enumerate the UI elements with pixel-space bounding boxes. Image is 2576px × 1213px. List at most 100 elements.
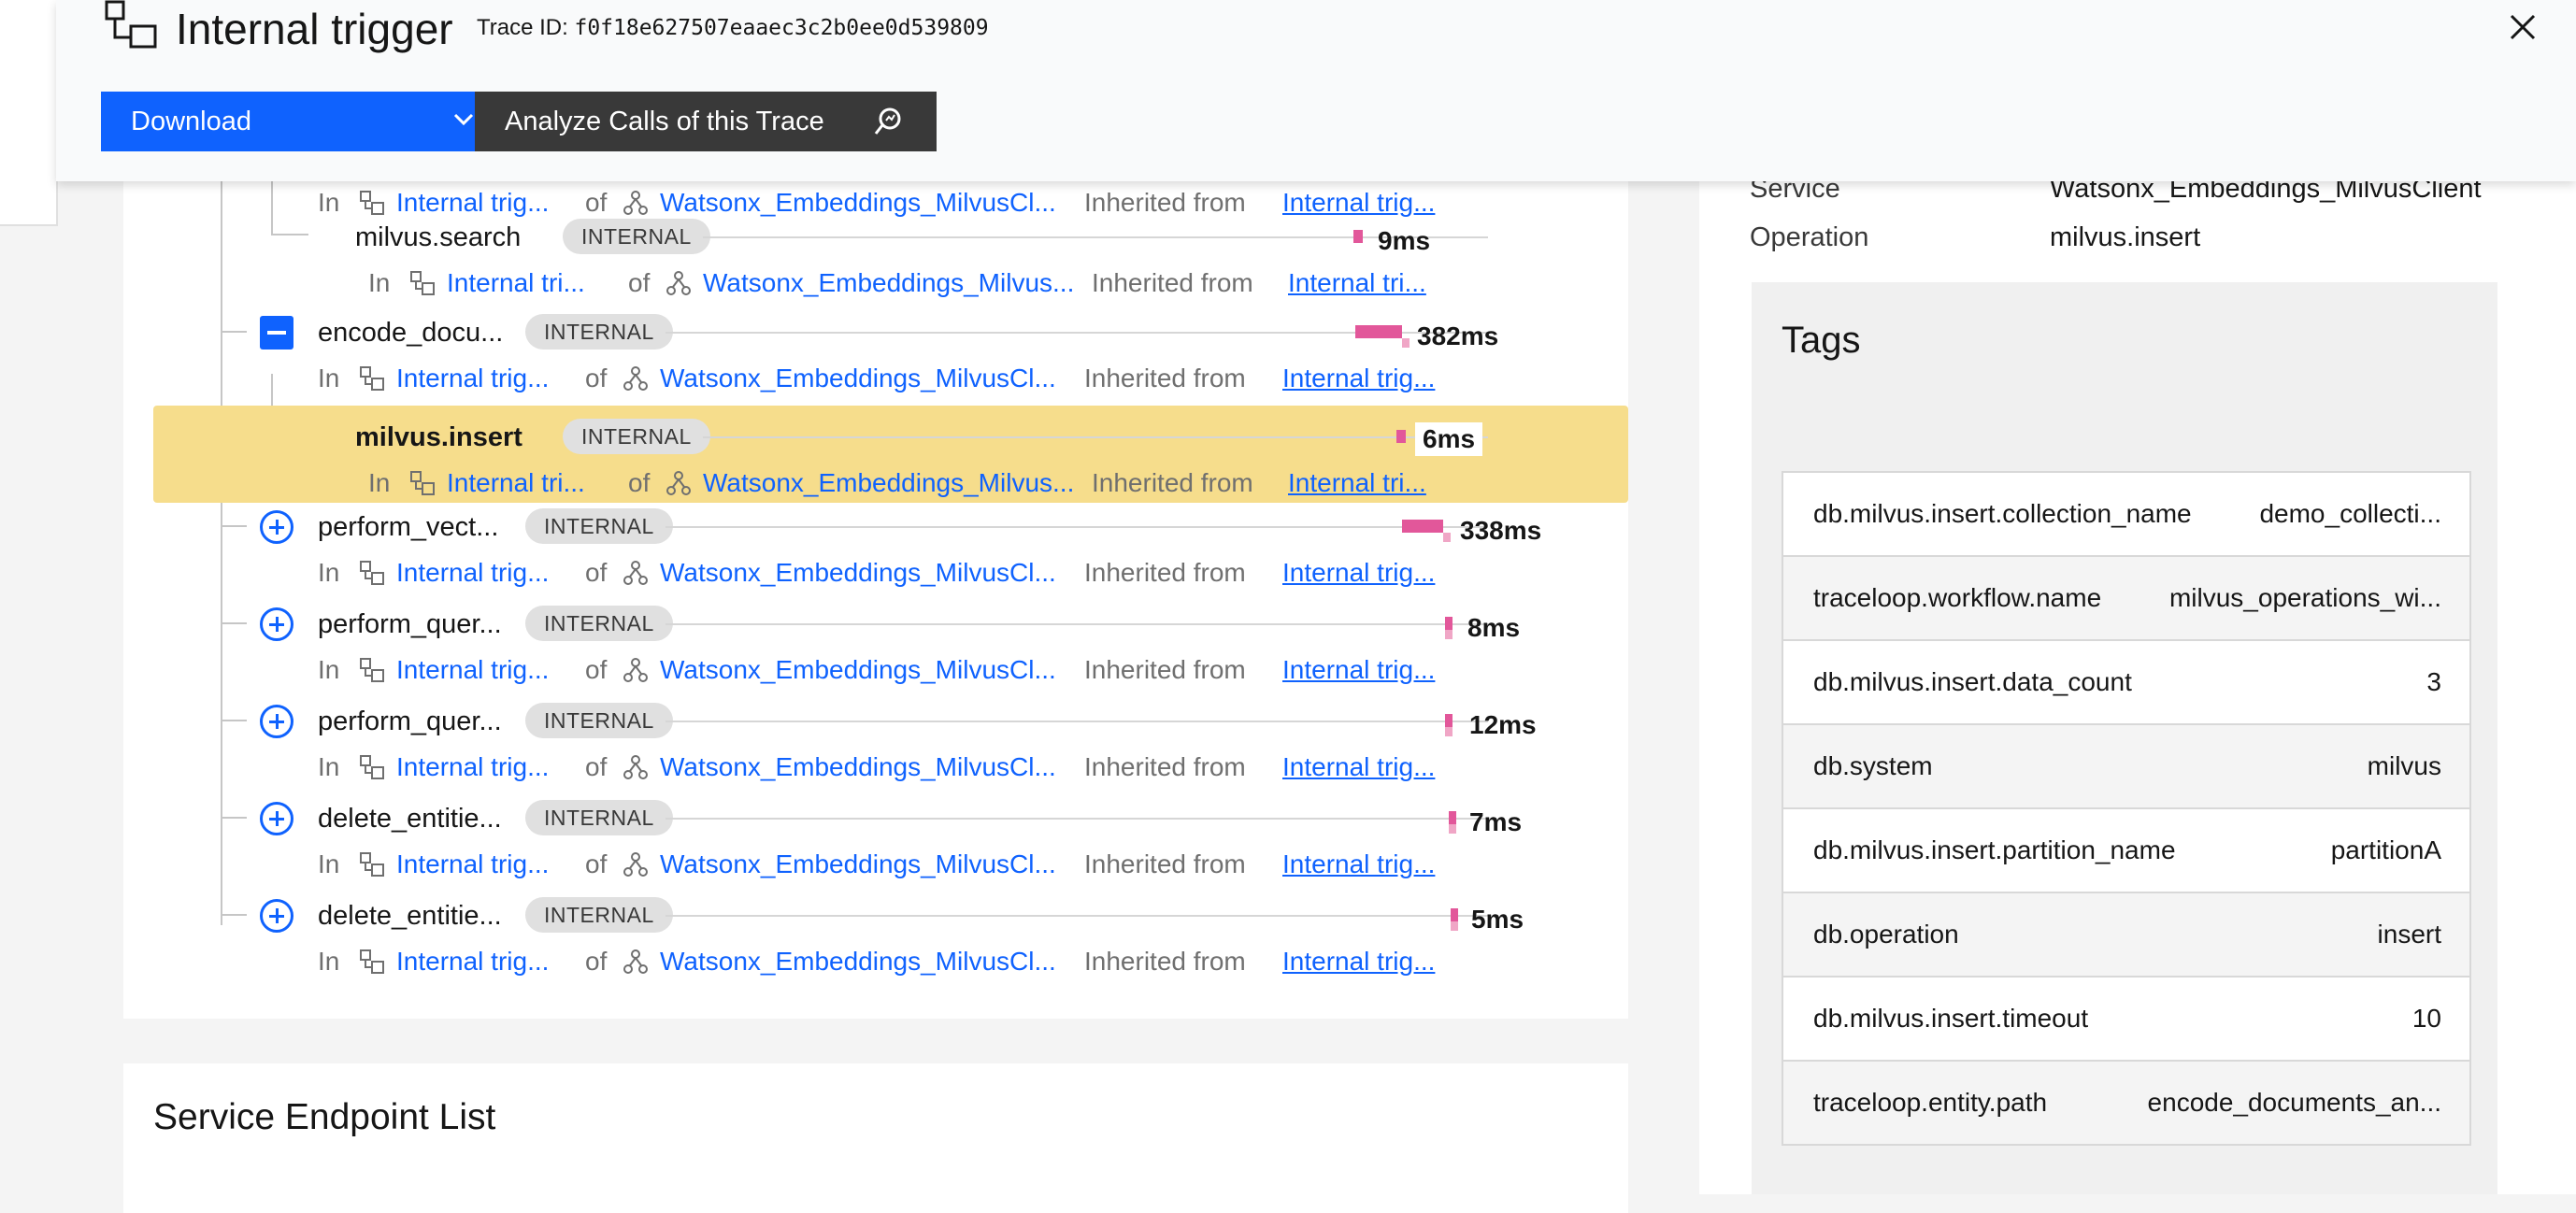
span-duration: 338ms [1460, 516, 1542, 545]
analyze-label: Analyze Calls of this Trace [505, 107, 824, 136]
service-link[interactable]: Watsonx_Embeddings_Milvus... [703, 468, 1074, 498]
collapse-icon[interactable] [260, 316, 293, 350]
tag-key: db.milvus.insert.data_count [1813, 667, 2132, 696]
span-row[interactable]: encode_docu... INTERNAL 382ms In Interna… [123, 301, 1628, 398]
span-name: perform_quer... [318, 609, 502, 639]
tag-value: partitionA [2330, 835, 2441, 864]
service-link[interactable]: Watsonx_Embeddings_MilvusCl... [660, 364, 1056, 393]
timeline-track [665, 915, 1488, 917]
timeline-sub-bar [1451, 921, 1458, 931]
section-title: Service Endpoint List [153, 1097, 496, 1137]
call-link[interactable]: Internal tri... [447, 268, 585, 298]
tag-key: db.milvus.insert.partition_name [1813, 835, 2176, 864]
service-icon [623, 366, 648, 391]
download-button[interactable]: Download [101, 92, 507, 151]
inherited-link[interactable]: Internal trig... [1282, 655, 1435, 685]
span-row[interactable]: milvus.search INTERNAL 9ms In Internal t… [123, 206, 1628, 303]
call-link[interactable]: Internal trig... [396, 947, 549, 977]
timeline-sub-bar [1449, 824, 1456, 834]
expand-icon[interactable] [260, 607, 293, 641]
timeline-track [703, 236, 1488, 238]
inherited-link[interactable]: Internal tri... [1288, 468, 1426, 498]
call-link[interactable]: Internal trig... [396, 655, 549, 685]
tag-row: db.system milvus [1783, 725, 2469, 809]
call-link[interactable]: Internal tri... [447, 468, 585, 498]
inherited-link[interactable]: Internal trig... [1282, 364, 1435, 393]
timeline-sub-bar [1445, 630, 1453, 639]
service-link[interactable]: Watsonx_Embeddings_MilvusCl... [660, 849, 1056, 879]
background-panel [0, 0, 58, 226]
span-duration: 12ms [1469, 710, 1537, 739]
call-link[interactable]: Internal trig... [396, 558, 549, 588]
timeline-sub-bar [1445, 727, 1453, 736]
span-row[interactable]: delete_entitie... INTERNAL 7ms In Intern… [123, 787, 1628, 884]
timeline-track [665, 526, 1488, 528]
tag-value: milvus_operations_wi... [2168, 583, 2441, 612]
expand-icon[interactable] [260, 510, 293, 544]
service-link[interactable]: Watsonx_Embeddings_MilvusCl... [660, 947, 1056, 977]
operation-label: Operation [1750, 222, 1869, 252]
close-icon[interactable] [2507, 11, 2539, 43]
call-icon [360, 658, 384, 682]
inherited-link[interactable]: Internal trig... [1282, 947, 1435, 977]
span-name: delete_entitie... [318, 901, 502, 931]
tag-value: milvus [2367, 751, 2441, 780]
service-endpoint-panel: Service Endpoint List [123, 1063, 1628, 1213]
service-link[interactable]: Watsonx_Embeddings_Milvus... [703, 268, 1074, 298]
tag-row: db.milvus.insert.data_count 3 [1783, 641, 2469, 725]
span-kind-badge: INTERNAL [525, 508, 673, 544]
span-name: milvus.insert [355, 422, 522, 452]
tag-key: db.milvus.insert.collection_name [1813, 499, 2192, 528]
timeline-track [665, 818, 1488, 820]
tag-row: traceloop.entity.path encode_documents_a… [1783, 1062, 2469, 1144]
call-link[interactable]: Internal trig... [396, 364, 549, 393]
inherited-link[interactable]: Internal trig... [1282, 558, 1435, 588]
timeline-bar [1353, 230, 1363, 243]
trace-id: Trace ID: f0f18e627507eaaec3c2b0ee0d5398… [477, 15, 989, 41]
analyze-search-icon [874, 107, 901, 135]
expand-icon[interactable] [260, 899, 293, 933]
tags-section: Tags db.milvus.insert.collection_name de… [1752, 282, 2497, 1194]
span-row[interactable]: delete_entitie... INTERNAL 5ms In Intern… [123, 884, 1628, 981]
inherited-link[interactable]: Internal trig... [1282, 849, 1435, 879]
span-duration: 6ms [1415, 422, 1483, 456]
service-link[interactable]: Watsonx_Embeddings_MilvusCl... [660, 558, 1056, 588]
expand-icon[interactable] [260, 802, 293, 835]
service-link[interactable]: Watsonx_Embeddings_MilvusCl... [660, 752, 1056, 782]
call-link[interactable]: Internal trig... [396, 752, 549, 782]
span-duration: 8ms [1467, 613, 1521, 642]
service-icon [623, 852, 648, 877]
timeline-track [703, 436, 1488, 438]
service-icon [623, 658, 648, 682]
trace-id-value: f0f18e627507eaaec3c2b0ee0d539809 [574, 16, 989, 40]
span-row[interactable]: perform_quer... INTERNAL 8ms In Internal… [123, 592, 1628, 690]
span-row-selected[interactable]: milvus.insert INTERNAL 6ms In Internal t… [153, 406, 1628, 503]
tag-value: 10 [2411, 1004, 2441, 1033]
call-icon [410, 271, 435, 295]
timeline-bar [1396, 430, 1406, 443]
inherited-link[interactable]: Internal tri... [1288, 268, 1426, 298]
span-duration: 5ms [1471, 905, 1524, 934]
tag-key: traceloop.entity.path [1813, 1088, 2048, 1117]
span-name: perform_vect... [318, 512, 499, 542]
call-icon [360, 366, 384, 391]
span-name: delete_entitie... [318, 804, 502, 834]
timeline-bar [1445, 714, 1453, 727]
inherited-link[interactable]: Internal trig... [1282, 752, 1435, 782]
timeline-bar [1355, 325, 1402, 338]
analyze-calls-button[interactable]: Analyze Calls of this Trace [475, 92, 937, 151]
tag-key: db.system [1813, 751, 1933, 780]
span-duration: 9ms [1378, 226, 1431, 255]
span-row[interactable]: perform_vect... INTERNAL 338ms In Intern… [123, 495, 1628, 592]
expand-icon[interactable] [260, 705, 293, 738]
span-name: encode_docu... [318, 318, 504, 348]
tag-row: db.milvus.insert.timeout 10 [1783, 978, 2469, 1062]
call-icon [410, 471, 435, 495]
service-link[interactable]: Watsonx_Embeddings_MilvusCl... [660, 655, 1056, 685]
span-row[interactable]: perform_quer... INTERNAL 12ms In Interna… [123, 690, 1628, 787]
call-link[interactable]: Internal trig... [396, 849, 549, 879]
tags-table: db.milvus.insert.collection_name demo_co… [1782, 471, 2471, 1146]
span-kind-badge: INTERNAL [525, 314, 673, 350]
trace-id-label: Trace ID: [477, 15, 568, 40]
trace-icon [105, 0, 157, 49]
